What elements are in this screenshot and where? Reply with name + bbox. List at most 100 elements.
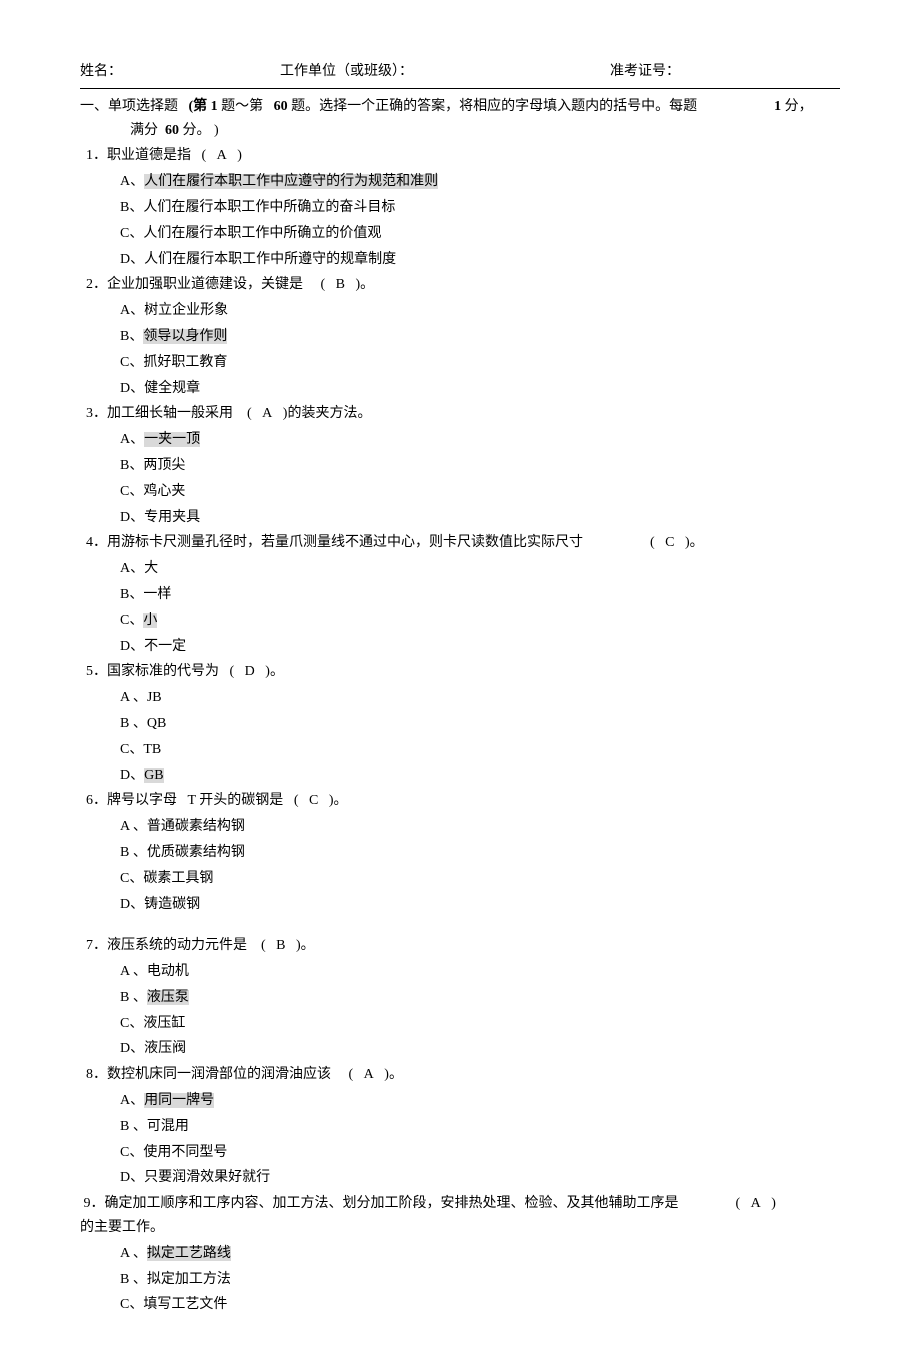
opt-prefix: B 、 xyxy=(120,990,147,1005)
opt-text-highlight: 一夹一顶 xyxy=(144,432,200,447)
paren-open: ( xyxy=(294,793,299,808)
q7-stem: 7．液压系统的动力元件是 xyxy=(86,938,247,953)
q8-answer: A xyxy=(364,1067,374,1082)
paren-close: )。 xyxy=(384,1067,403,1082)
q2-opt-d: D、健全规章 xyxy=(120,377,840,401)
paren-close: )。 xyxy=(685,535,704,550)
q8-opt-b: B 、可混用 xyxy=(120,1115,840,1139)
section-text: 题～第 xyxy=(221,99,263,114)
q2-opt-b: B、领导以身作则 xyxy=(120,325,840,349)
question-3: 3．加工细长轴一般采用 ( A )的装夹方法。 xyxy=(86,402,840,426)
section-text: 满分 xyxy=(130,123,158,138)
question-4: 4．用游标卡尺测量孔径时，若量爪测量线不通过中心，则卡尺读数值比实际尺寸 ( C… xyxy=(86,531,840,555)
q6-opt-b: B 、优质碳素结构钢 xyxy=(120,841,840,865)
paren-close: )的装夹方法。 xyxy=(283,406,372,421)
q6-stem2: T 开头的碳钢是 xyxy=(188,793,284,808)
exam-no-label: 准考证号： xyxy=(610,60,680,84)
opt-prefix: A、 xyxy=(120,1093,144,1108)
q8-opt-a: A、用同一牌号 xyxy=(120,1089,840,1113)
section-title: 一、单项选择题 (第 1 题～第 60 题。选择一个正确的答案，将相应的字母填入… xyxy=(80,95,840,143)
q2-stem: 2．企业加强职业道德建设，关键是 xyxy=(86,277,303,292)
opt-text-highlight: 拟定工艺路线 xyxy=(147,1246,231,1261)
opt-text-highlight: 领导以身作则 xyxy=(143,329,227,344)
q9-opt-c: C、填写工艺文件 xyxy=(120,1293,840,1317)
q6-answer: C xyxy=(309,793,318,808)
name-label: 姓名： xyxy=(80,60,280,84)
opt-text-highlight: GB xyxy=(144,768,163,783)
q4-answer: C xyxy=(665,535,674,550)
q2-opt-a: A、树立企业形象 xyxy=(120,299,840,323)
opt-text-highlight: 小 xyxy=(143,613,157,628)
q3-opt-d: D、专用夹具 xyxy=(120,506,840,530)
paren-close: )。 xyxy=(329,793,348,808)
section-text: 60 xyxy=(274,99,288,114)
question-5: 5．国家标准的代号为 ( D )。 xyxy=(86,660,840,684)
q7-opt-a: A 、电动机 xyxy=(120,960,840,984)
q7-options: A 、电动机 B 、液压泵 C、液压缸 D、液压阀 xyxy=(120,960,840,1061)
paren-close: ) xyxy=(771,1196,776,1211)
q2-options: A、树立企业形象 B、领导以身作则 C、抓好职工教育 D、健全规章 xyxy=(120,299,840,400)
paren-open: ( xyxy=(349,1067,354,1082)
unit-label: 工作单位（或班级）： xyxy=(280,60,610,84)
opt-prefix: B、 xyxy=(120,329,143,344)
paren-close: )。 xyxy=(296,938,315,953)
section-line1: 一、单项选择题 (第 1 题～第 60 题。选择一个正确的答案，将相应的字母填入… xyxy=(80,95,840,119)
q3-answer: A xyxy=(262,406,272,421)
opt-prefix: A、 xyxy=(120,174,144,189)
question-8: 8．数控机床同一润滑部位的润滑油应该 ( A )。 xyxy=(86,1063,840,1087)
q9-opt-a: A 、拟定工艺路线 xyxy=(120,1242,840,1266)
section-text: 1 xyxy=(774,99,781,114)
section-text: 题。选择一个正确的答案，将相应的字母填入题内的括号中。每题 xyxy=(291,99,697,114)
q3-opt-b: B、两顶尖 xyxy=(120,454,840,478)
q4-stem: 4．用游标卡尺测量孔径时，若量爪测量线不通过中心，则卡尺读数值比实际尺寸 xyxy=(86,535,583,550)
q6-opt-d: D、铸造碳钢 xyxy=(120,893,840,917)
opt-prefix: C、 xyxy=(120,613,143,628)
q4-opt-d: D、不一定 xyxy=(120,635,840,659)
paren-open: ( xyxy=(261,938,266,953)
q8-options: A、用同一牌号 B 、可混用 C、使用不同型号 D、只要润滑效果好就行 xyxy=(120,1089,840,1190)
paren-open: ( xyxy=(230,664,235,679)
question-1: 1．职业道德是指 ( A ) xyxy=(86,144,840,168)
q5-options: A 、JB B 、QB C、TB D、GB xyxy=(120,686,840,787)
q4-options: A、大 B、一样 C、小 D、不一定 xyxy=(120,557,840,658)
paren-close: )。 xyxy=(356,277,375,292)
opt-prefix: A、 xyxy=(120,432,144,447)
q6-options: A 、普通碳素结构钢 B 、优质碳素结构钢 C、碳素工具钢 D、铸造碳钢 xyxy=(120,815,840,916)
question-2: 2．企业加强职业道德建设，关键是 ( B )。 xyxy=(86,273,840,297)
q2-opt-c: C、抓好职工教育 xyxy=(120,351,840,375)
question-7: 7．液压系统的动力元件是 ( B )。 xyxy=(86,934,840,958)
q4-opt-b: B、一样 xyxy=(120,583,840,607)
q1-opt-c: C、人们在履行本职工作中所确立的价值观 xyxy=(120,222,840,246)
q9-options: A 、拟定工艺路线 B 、拟定加工方法 C、填写工艺文件 xyxy=(120,1242,840,1317)
question-9: 9．确定加工顺序和工序内容、加工方法、划分加工阶段，安排热处理、检验、及其他辅助… xyxy=(80,1192,840,1240)
q9-answer: A xyxy=(751,1196,761,1211)
q5-answer: D xyxy=(245,664,255,679)
opt-text-highlight: 液压泵 xyxy=(147,990,189,1005)
q1-opt-b: B、人们在履行本职工作中所确立的奋斗目标 xyxy=(120,196,840,220)
opt-text-highlight: 用同一牌号 xyxy=(144,1093,214,1108)
section-text: (第 xyxy=(189,99,208,114)
q5-opt-b: B 、QB xyxy=(120,712,840,736)
exam-header: 姓名： 工作单位（或班级）： 准考证号： xyxy=(80,60,840,84)
q4-opt-a: A、大 xyxy=(120,557,840,581)
q2-answer: B xyxy=(336,277,345,292)
paren-open: ( xyxy=(650,535,655,550)
q5-stem: 5．国家标准的代号为 xyxy=(86,664,219,679)
q9-tail: 的主要工作。 xyxy=(80,1220,164,1235)
q5-opt-a: A 、JB xyxy=(120,686,840,710)
q3-opt-a: A、一夹一顶 xyxy=(120,428,840,452)
section-text: 1 xyxy=(211,99,218,114)
q7-opt-b: B 、液压泵 xyxy=(120,986,840,1010)
q7-opt-c: C、液压缸 xyxy=(120,1012,840,1036)
q9-opt-b: B 、拟定加工方法 xyxy=(120,1268,840,1292)
q7-opt-d: D、液压阀 xyxy=(120,1037,840,1061)
q6-opt-a: A 、普通碳素结构钢 xyxy=(120,815,840,839)
q1-answer: A xyxy=(217,148,227,163)
q3-options: A、一夹一顶 B、两顶尖 C、鸡心夹 D、专用夹具 xyxy=(120,428,840,529)
section-text: 分， xyxy=(785,99,813,114)
q1-opt-d: D、人们在履行本职工作中所遵守的规章制度 xyxy=(120,248,840,272)
opt-prefix: D、 xyxy=(120,768,144,783)
q7-answer: B xyxy=(276,938,285,953)
paren-open: ( xyxy=(247,406,252,421)
opt-prefix: A 、 xyxy=(120,1246,147,1261)
